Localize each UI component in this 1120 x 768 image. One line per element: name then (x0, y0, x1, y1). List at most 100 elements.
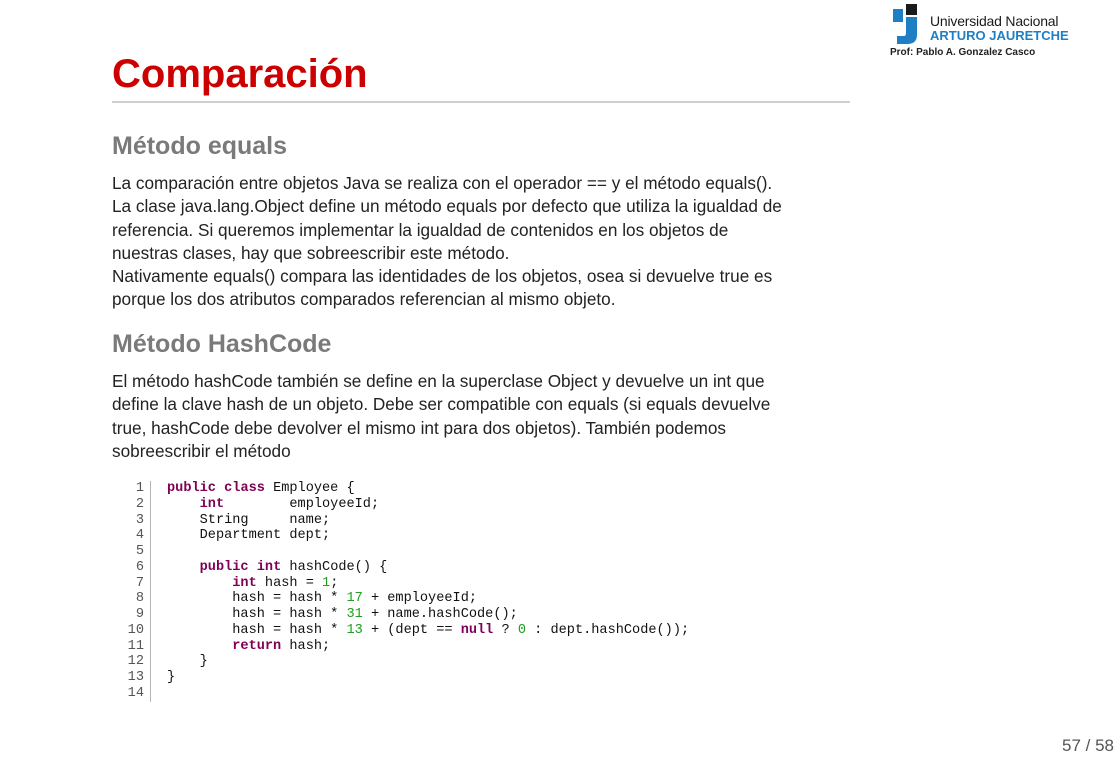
logo-name-text: ARTURO JAURETCHE (930, 28, 1069, 43)
code-number: 0 (517, 622, 526, 638)
university-logo-mark-icon (893, 4, 917, 44)
code-number: 13 (346, 622, 363, 638)
section-heading-hashcode: Método HashCode (112, 330, 332, 358)
code-keyword: null (460, 622, 494, 638)
line-number: 1 (112, 481, 151, 497)
code-token: hash = hash * (167, 607, 347, 622)
code-line: 6 public int hashCode() { (112, 559, 689, 576)
paragraph-line: La comparación entre objetos Java se rea… (112, 173, 773, 193)
page-title: Comparación (112, 52, 368, 96)
code-token: hash; (281, 638, 331, 654)
code-text: int hash = 1; (151, 576, 338, 592)
paragraph-line: define la clave hash de un objeto. Debe … (112, 394, 771, 415)
code-keyword: public (167, 481, 216, 496)
code-line: 12 } (112, 654, 689, 670)
code-token: + name.hashCode(); (362, 607, 518, 622)
code-number: 31 (346, 607, 363, 622)
code-text: int employeeId; (151, 497, 379, 513)
line-number: 11 (112, 638, 151, 655)
line-number: 8 (112, 591, 151, 607)
code-number: 17 (346, 591, 363, 607)
code-line: 10 hash = hash * 13 + (dept == null ? 0 … (112, 622, 689, 639)
code-line: 1 public class Employee { (112, 481, 689, 497)
code-line: 7 int hash = 1; (112, 575, 689, 592)
paragraph-line: El método hashCode también se define en … (112, 371, 765, 391)
code-token: Employee { (264, 481, 355, 496)
code-keyword: return (232, 638, 282, 654)
line-number: 3 (112, 512, 151, 529)
code-line: 5 (112, 544, 689, 560)
line-number: 6 (112, 559, 151, 576)
line-number: 2 (112, 496, 151, 513)
code-text: hash = hash * 17 + employeeId; (151, 591, 477, 607)
code-token: ? (493, 622, 518, 638)
code-text: hash = hash * 31 + name.hashCode(); (151, 607, 518, 623)
line-number: 7 (112, 575, 151, 592)
code-token: + (dept == (362, 622, 461, 638)
line-number: 13 (112, 670, 151, 686)
code-line: 13} (112, 670, 689, 686)
paragraph-line: nuestras clases, hay que sobreescribir e… (112, 242, 510, 263)
code-line: 14 (112, 685, 689, 702)
code-token: } (167, 670, 176, 685)
code-token: hash = (256, 575, 323, 591)
code-token: employeeId; (224, 496, 380, 512)
university-logo: Universidad Nacional ARTURO JAURETCHE Pr… (890, 4, 1072, 60)
code-keyword: int (256, 559, 282, 575)
code-token: hash = hash * (167, 622, 347, 638)
logo-university-text: Universidad Nacional (930, 13, 1059, 29)
paragraph-line: Nativamente equals() compara las identid… (112, 266, 773, 287)
code-keyword: class (224, 481, 265, 496)
line-number: 4 (112, 528, 151, 544)
line-number: 10 (112, 622, 151, 639)
paragraph-line: sobreescribir el método (112, 440, 291, 461)
code-token: String name; (167, 512, 331, 528)
section-heading-equals: Método equals (112, 132, 288, 160)
code-listing: 1 public class Employee {2 int employeeId… (112, 481, 689, 702)
code-line: 9 hash = hash * 31 + name.hashCode(); (112, 607, 689, 623)
code-text: } (151, 670, 175, 686)
line-number: 5 (112, 544, 151, 560)
line-number: 9 (112, 607, 151, 623)
paragraph-line: La clase java.lang.Object define un méto… (112, 196, 782, 217)
code-token: } (167, 654, 208, 670)
code-token: Department dept; (167, 528, 331, 544)
code-token: + employeeId; (362, 591, 478, 607)
code-line: 2 int employeeId; (112, 496, 689, 513)
code-text: public class Employee { (151, 481, 355, 497)
code-keyword: public (199, 559, 249, 575)
code-line: 8 hash = hash * 17 + employeeId; (112, 591, 689, 607)
code-token: : dept.hashCode()); (526, 622, 690, 638)
code-text: return hash; (151, 639, 330, 655)
code-line: 11 return hash; (112, 638, 689, 655)
code-token: hashCode() { (281, 559, 388, 575)
paragraph-line: porque los dos atributos comparados refe… (112, 289, 616, 310)
code-token: ; (330, 575, 339, 591)
code-line: 3 String name; (112, 512, 689, 529)
page-number: 57 / 58 (1062, 736, 1114, 755)
line-number: 14 (112, 685, 151, 702)
code-line: 4 Department dept; (112, 528, 689, 544)
professor-name: Prof: Pablo A. Gonzalez Casco (890, 47, 1036, 58)
paragraph-line: true, hashCode debe devolver el mismo in… (112, 417, 727, 438)
code-keyword: int (199, 496, 225, 512)
line-number: 12 (112, 654, 151, 670)
paragraph-line: referencia. Si queremos implementar la i… (112, 219, 729, 240)
code-text: } (151, 654, 208, 670)
code-text: Department dept; (151, 528, 331, 544)
title-underline (112, 101, 850, 103)
equals-paragraph: La comparación entre objetos Java se rea… (112, 172, 862, 312)
code-text: hash = hash * 13 + (dept == null ? 0 : d… (151, 623, 689, 639)
code-text: public int hashCode() { (151, 559, 388, 576)
code-keyword: int (232, 575, 257, 591)
code-text: String name; (151, 512, 331, 529)
code-token: hash = hash * (167, 591, 347, 607)
